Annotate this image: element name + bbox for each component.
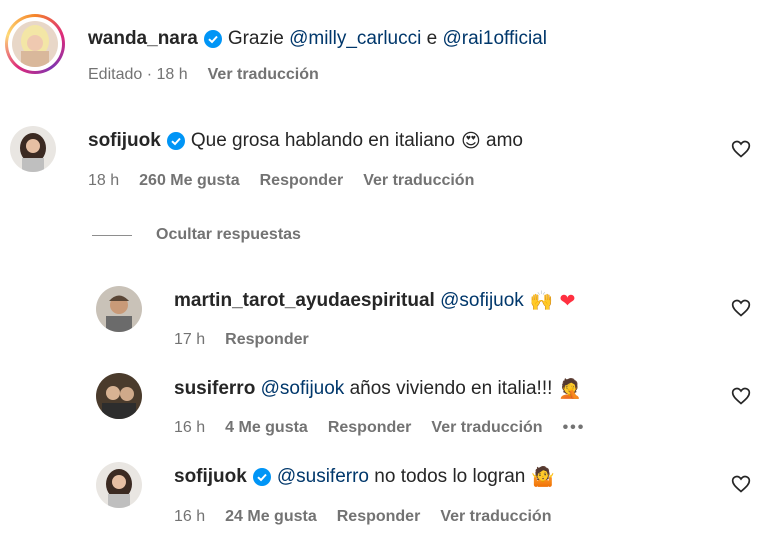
reply-2-body: años viviendo en italia!!! xyxy=(349,378,553,399)
verified-icon xyxy=(166,132,185,150)
comment-username[interactable]: sofijuok xyxy=(88,129,161,153)
reply-3-likes[interactable]: 24 Me gusta xyxy=(225,508,317,526)
reply-2-text: susiferro @sofijuok años viviendo en ita… xyxy=(174,377,582,401)
raised-hands-heart-emoji: 🙌 ❤ xyxy=(529,290,576,312)
comment-reply-button[interactable]: Responder xyxy=(260,172,344,190)
hide-replies-label[interactable]: Ocultar respuestas xyxy=(156,226,301,244)
like-heart-icon[interactable] xyxy=(731,139,751,159)
comment-translate-link[interactable]: Ver traducción xyxy=(363,172,474,190)
reply-3-username[interactable]: sofijuok xyxy=(174,465,247,489)
comment-body: Que grosa hablando en italiano xyxy=(190,130,455,151)
like-heart-icon[interactable] xyxy=(731,474,751,494)
post-username[interactable]: wanda_nara xyxy=(88,27,198,51)
post-text-mid: e xyxy=(426,28,438,49)
reply-1-text: martin_tarot_ayudaespiritual @sofijuok 🙌… xyxy=(174,289,575,313)
reply-1-meta: 17 h Responder xyxy=(174,331,329,349)
reply-3-reply-button[interactable]: Responder xyxy=(337,508,421,526)
post-text-prefix: Grazie xyxy=(227,28,284,49)
heart-eyes-emoji: 😍 xyxy=(460,130,481,152)
comment-body-after: amo xyxy=(486,130,523,151)
post-edited-time: Editado · 18 h xyxy=(88,66,188,83)
reply-1-reply-button[interactable]: Responder xyxy=(225,331,309,349)
comment-time: 18 h xyxy=(88,172,120,189)
post-translate-link[interactable]: Ver traducción xyxy=(208,66,319,84)
verified-icon xyxy=(203,30,222,48)
reply-2-time: 16 h xyxy=(174,419,206,436)
reply-3-body: no todos lo logran xyxy=(374,466,526,487)
shrug-emoji: 🤷 xyxy=(531,466,556,488)
post-meta: Editado · 18 h Ver traducción xyxy=(88,66,339,84)
divider-line xyxy=(92,234,132,236)
avatar-sofijuok-reply[interactable] xyxy=(96,462,142,508)
reply-2-username[interactable]: susiferro xyxy=(174,377,255,401)
post-caption: wanda_nara Grazie @milly_carlucci e @rai… xyxy=(88,27,547,51)
hide-replies-toggle[interactable]: Ocultar respuestas xyxy=(92,226,301,244)
comment-likes[interactable]: 260 Me gusta xyxy=(139,172,239,190)
reply-1-mention[interactable]: @sofijuok xyxy=(440,289,524,313)
verified-icon xyxy=(252,468,271,486)
reply-1-time: 17 h xyxy=(174,331,206,348)
reply-3-meta: 16 h 24 Me gusta Responder Ver traducció… xyxy=(174,508,571,526)
facepalm-emoji: 🤦 xyxy=(558,378,583,400)
reply-2-likes[interactable]: 4 Me gusta xyxy=(225,419,308,437)
reply-3-translate-link[interactable]: Ver traducción xyxy=(440,508,551,526)
avatar-sofijuok[interactable] xyxy=(10,126,56,172)
reply-3-time: 16 h xyxy=(174,508,206,525)
reply-1-username[interactable]: martin_tarot_ayudaespiritual xyxy=(174,289,435,313)
reply-2-translate-link[interactable]: Ver traducción xyxy=(431,419,542,437)
reply-2-mention[interactable]: @sofijuok xyxy=(261,377,345,401)
comment-text: sofijuok Que grosa hablando en italiano … xyxy=(88,129,523,153)
like-heart-icon[interactable] xyxy=(731,386,751,406)
reply-2-meta: 16 h 4 Me gusta Responder Ver traducción… xyxy=(174,419,605,437)
avatar-susiferro[interactable] xyxy=(96,373,142,419)
reply-3-mention[interactable]: @susiferro xyxy=(277,465,369,489)
comment-meta: 18 h 260 Me gusta Responder Ver traducci… xyxy=(88,172,494,190)
reply-3-text: sofijuok @susiferro no todos lo logran 🤷 xyxy=(174,465,555,489)
reply-2-reply-button[interactable]: Responder xyxy=(328,419,412,437)
more-options-icon[interactable]: ••• xyxy=(563,419,586,437)
mention-milly-carlucci[interactable]: @milly_carlucci xyxy=(289,27,421,51)
avatar-martin-tarot[interactable] xyxy=(96,286,142,332)
mention-rai1official[interactable]: @rai1official xyxy=(442,27,546,51)
avatar-wanda-nara[interactable] xyxy=(12,21,58,67)
like-heart-icon[interactable] xyxy=(731,298,751,318)
